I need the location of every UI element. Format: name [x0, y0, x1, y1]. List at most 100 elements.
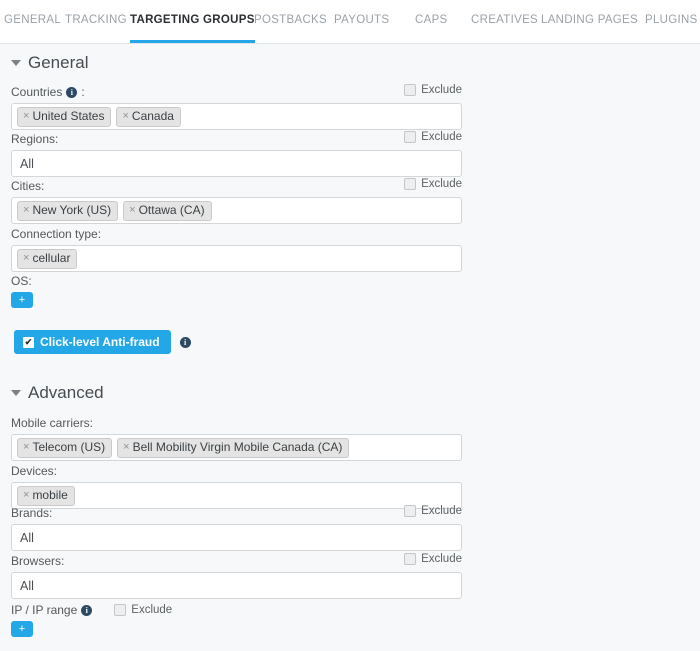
devices-label-text: Devices: [11, 464, 57, 478]
section-header-general[interactable]: General [11, 53, 88, 73]
tag-remove-icon[interactable]: × [23, 205, 29, 216]
tag-remove-icon[interactable]: × [123, 442, 129, 453]
tab-landing-pages[interactable]: LANDING PAGES [541, 0, 638, 43]
regions-label-text: Regions: [11, 132, 58, 146]
connection-type-label: Connection type: [11, 226, 462, 242]
field-brands: Brands: Exclude All [11, 505, 462, 551]
countries-input[interactable]: × United States × Canada [11, 103, 462, 130]
cities-exclude-checkbox[interactable] [404, 178, 416, 190]
tag-item[interactable]: × Ottawa (CA) [123, 201, 211, 221]
ip-range-label: IP / IP range i Exclude [11, 602, 462, 618]
regions-exclude-checkbox[interactable] [404, 131, 416, 143]
field-os: OS: + [11, 273, 462, 308]
tag-remove-icon[interactable]: × [23, 253, 29, 264]
browsers-label: Browsers: [11, 553, 462, 569]
caret-down-icon [11, 390, 21, 396]
mobile-carriers-label: Mobile carriers: [11, 415, 462, 431]
primary-tabbar: GENERAL TRACKING TARGETING GROUPS POSTBA… [0, 0, 700, 44]
brands-exclude-group[interactable]: Exclude [404, 505, 462, 517]
brands-exclude-label: Exclude [421, 505, 462, 517]
cities-label: Cities: [11, 178, 462, 194]
cities-input[interactable]: × New York (US) × Ottawa (CA) [11, 197, 462, 224]
tab-tracking[interactable]: TRACKING [65, 0, 127, 43]
browsers-input[interactable]: All [11, 572, 462, 599]
tag-item[interactable]: × mobile [17, 486, 75, 506]
cities-exclude-group[interactable]: Exclude [404, 178, 462, 190]
tag-remove-icon[interactable]: × [23, 442, 29, 453]
field-connection-type: Connection type: × cellular [11, 226, 462, 272]
tag-item[interactable]: × United States [17, 107, 111, 127]
connection-type-label-text: Connection type: [11, 227, 101, 241]
ip-range-exclude-group[interactable]: Exclude [114, 604, 172, 616]
countries-label-suffix: : [81, 85, 84, 99]
os-add-button[interactable]: + [11, 292, 33, 308]
tab-caps[interactable]: CAPS [415, 0, 448, 43]
tab-targeting-groups[interactable]: TARGETING GROUPS [130, 0, 255, 43]
connection-type-input[interactable]: × cellular [11, 245, 462, 272]
tab-postbacks[interactable]: POSTBACKS [254, 0, 327, 43]
ip-range-label-text: IP / IP range [11, 603, 77, 617]
browsers-value: All [17, 579, 34, 593]
tab-creatives[interactable]: CREATIVES [471, 0, 538, 43]
brands-input[interactable]: All [11, 524, 462, 551]
click-level-antifraud-toggle[interactable]: ✔ Click-level Anti-fraud [14, 330, 171, 354]
brands-label: Brands: [11, 505, 462, 521]
cities-label-text: Cities: [11, 179, 44, 193]
section-title-general: General [28, 53, 88, 73]
countries-exclude-label: Exclude [421, 84, 462, 96]
field-countries: Countries i : Exclude × United States × … [11, 84, 462, 130]
tag-label: New York (US) [32, 203, 111, 218]
tag-remove-icon[interactable]: × [23, 490, 29, 501]
brands-exclude-checkbox[interactable] [404, 505, 416, 517]
regions-exclude-label: Exclude [421, 131, 462, 143]
countries-exclude-group[interactable]: Exclude [404, 84, 462, 96]
tag-item[interactable]: × New York (US) [17, 201, 118, 221]
countries-label-text: Countries [11, 85, 62, 99]
tab-plugins[interactable]: PLUGINS [645, 0, 698, 43]
field-cities: Cities: Exclude × New York (US) × Ottawa… [11, 178, 462, 224]
regions-label: Regions: [11, 131, 462, 147]
browsers-exclude-group[interactable]: Exclude [404, 553, 462, 565]
tag-item[interactable]: × Telecom (US) [17, 438, 112, 458]
countries-exclude-checkbox[interactable] [404, 84, 416, 96]
tab-general[interactable]: GENERAL [4, 0, 61, 43]
tag-label: Telecom (US) [32, 440, 105, 455]
tab-payouts[interactable]: PAYOUTS [334, 0, 389, 43]
tag-remove-icon[interactable]: × [23, 111, 29, 122]
field-browsers: Browsers: Exclude All [11, 553, 462, 599]
tag-remove-icon[interactable]: × [122, 111, 128, 122]
field-devices: Devices: × mobile [11, 463, 462, 509]
click-level-antifraud-label: Click-level Anti-fraud [40, 335, 160, 349]
checkbox-checked-icon[interactable]: ✔ [23, 337, 34, 348]
tag-item[interactable]: × cellular [17, 249, 77, 269]
cities-exclude-label: Exclude [421, 178, 462, 190]
ip-range-add-button[interactable]: + [11, 621, 33, 637]
tag-label: cellular [32, 251, 70, 266]
field-ip-range: IP / IP range i Exclude + [11, 602, 462, 637]
info-icon[interactable]: i [66, 87, 77, 98]
ip-range-exclude-label: Exclude [131, 604, 172, 616]
devices-label: Devices: [11, 463, 462, 479]
tag-item[interactable]: × Bell Mobility Virgin Mobile Canada (CA… [117, 438, 349, 458]
tag-remove-icon[interactable]: × [129, 205, 135, 216]
section-header-advanced[interactable]: Advanced [11, 383, 104, 403]
mobile-carriers-label-text: Mobile carriers: [11, 416, 93, 430]
tag-label: Bell Mobility Virgin Mobile Canada (CA) [133, 440, 343, 455]
browsers-label-text: Browsers: [11, 554, 64, 568]
info-icon[interactable]: i [180, 337, 191, 348]
os-label: OS: [11, 273, 462, 289]
field-mobile-carriers: Mobile carriers: × Telecom (US) × Bell M… [11, 415, 462, 461]
browsers-exclude-label: Exclude [421, 553, 462, 565]
info-icon[interactable]: i [81, 605, 92, 616]
field-regions: Regions: Exclude All [11, 131, 462, 177]
browsers-exclude-checkbox[interactable] [404, 553, 416, 565]
caret-down-icon [11, 60, 21, 66]
tag-item[interactable]: × Canada [116, 107, 180, 127]
regions-exclude-group[interactable]: Exclude [404, 131, 462, 143]
os-label-text: OS: [11, 274, 32, 288]
tag-label: mobile [32, 488, 67, 503]
mobile-carriers-input[interactable]: × Telecom (US) × Bell Mobility Virgin Mo… [11, 434, 462, 461]
ip-range-exclude-checkbox[interactable] [114, 604, 126, 616]
regions-input[interactable]: All [11, 150, 462, 177]
countries-label: Countries i : [11, 84, 462, 100]
